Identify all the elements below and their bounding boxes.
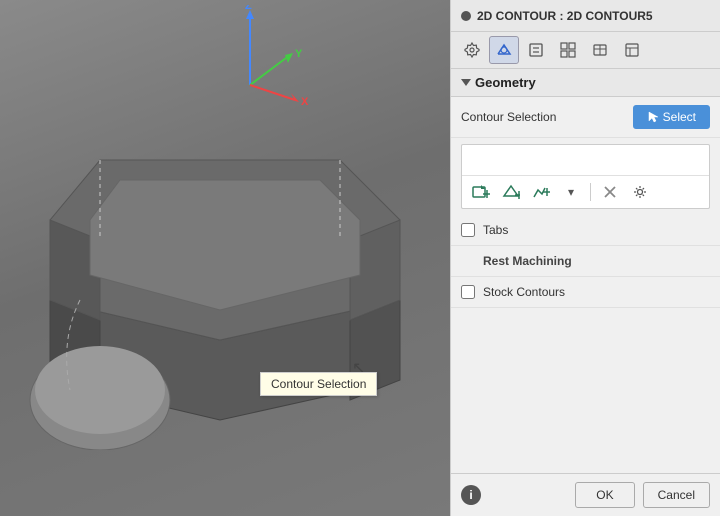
delete-btn[interactable]	[597, 180, 623, 204]
panel-header: 2D CONTOUR : 2D CONTOUR5	[451, 0, 720, 32]
toolbar-row	[451, 32, 720, 69]
stock-contours-checkbox[interactable]	[461, 285, 475, 299]
ok-label: OK	[596, 488, 613, 502]
add-face-btn[interactable]	[498, 180, 524, 204]
contour-selection-row: Contour Selection Select	[451, 97, 720, 138]
rest-machining-row: Rest Machining	[451, 246, 720, 277]
passes-icon	[528, 42, 544, 58]
contour-selection-label: Contour Selection	[461, 110, 625, 124]
contour-settings-btn[interactable]	[627, 180, 653, 204]
add-sketch-icon	[532, 184, 550, 200]
geometry-section-header: Geometry	[451, 69, 720, 97]
select-label: Select	[663, 110, 696, 124]
add-sketch-btn[interactable]	[528, 180, 554, 204]
toolbar-geometry-btn[interactable]	[489, 36, 519, 64]
tabs-checkbox[interactable]	[461, 223, 475, 237]
svg-text:Y: Y	[295, 48, 303, 60]
selection-box: ▾	[461, 144, 710, 209]
panel-title: 2D CONTOUR : 2D CONTOUR5	[477, 9, 653, 23]
axis-indicator: Z Y X	[195, 5, 315, 115]
toolbar-passes-btn[interactable]	[521, 36, 551, 64]
advanced-icon	[624, 42, 640, 58]
geometry-label: Geometry	[475, 75, 536, 90]
add-contour-icon	[472, 184, 490, 200]
panel: 2D CONTOUR : 2D CONTOUR5	[450, 0, 720, 516]
cancel-label: Cancel	[658, 488, 695, 502]
footer-buttons: OK Cancel	[575, 482, 710, 508]
info-button[interactable]: i	[461, 485, 481, 505]
footer-left: i	[461, 485, 481, 505]
toolbar-separator	[590, 183, 591, 201]
selection-toolbar: ▾	[462, 175, 709, 208]
3d-shape	[20, 100, 440, 450]
info-icon-label: i	[469, 488, 472, 502]
panel-footer: i OK Cancel	[451, 473, 720, 516]
collapse-triangle	[461, 79, 471, 86]
toolbar-pattern-btn[interactable]	[585, 36, 615, 64]
svg-text:Z: Z	[245, 5, 252, 12]
ok-button[interactable]: OK	[575, 482, 634, 508]
panel-header-icon	[461, 11, 471, 21]
add-face-icon	[502, 184, 520, 200]
cursor-icon	[647, 111, 659, 123]
settings-icon	[464, 42, 480, 58]
delete-icon	[603, 185, 617, 199]
pattern-icon	[592, 42, 608, 58]
cancel-button[interactable]: Cancel	[643, 482, 710, 508]
toolbar-advanced-btn[interactable]	[617, 36, 647, 64]
linking-icon	[560, 42, 576, 58]
select-button[interactable]: Select	[633, 105, 710, 129]
contour-selection-tooltip: Contour Selection	[260, 372, 377, 396]
tooltip-text: Contour Selection	[271, 377, 366, 391]
toolbar-settings-btn[interactable]	[457, 36, 487, 64]
add-contour-btn[interactable]	[468, 180, 494, 204]
geometry-icon	[496, 42, 512, 58]
stock-contours-row: Stock Contours	[451, 277, 720, 308]
dropdown-btn[interactable]: ▾	[558, 180, 584, 204]
toolbar-linking-btn[interactable]	[553, 36, 583, 64]
tabs-label[interactable]: Tabs	[483, 223, 508, 237]
rest-machining-label: Rest Machining	[461, 254, 572, 268]
tabs-row: Tabs	[451, 215, 720, 246]
contour-settings-icon	[633, 185, 647, 199]
stock-contours-label[interactable]: Stock Contours	[483, 285, 565, 299]
